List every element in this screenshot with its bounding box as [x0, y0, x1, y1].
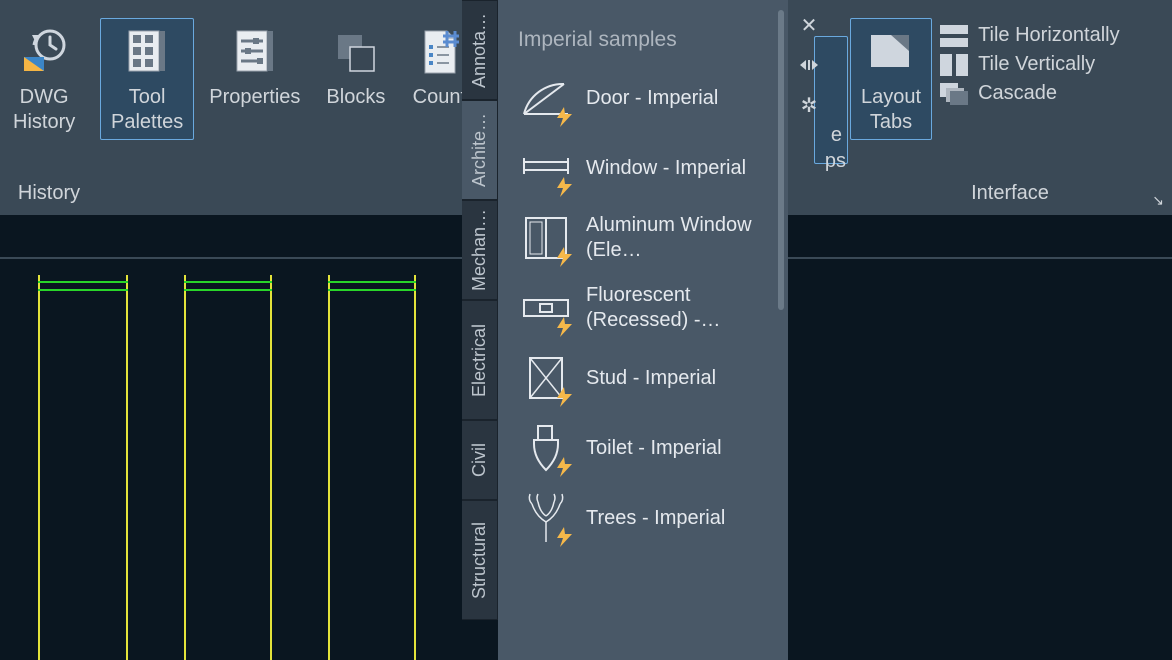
tile-horizontally-button[interactable]: Tile Horizontally — [940, 24, 1120, 47]
palette-scrollbar[interactable] — [778, 10, 784, 310]
dynamic-bolt-icon — [554, 316, 576, 338]
cascade-icon — [940, 83, 968, 105]
fluorescent-icon — [518, 280, 574, 336]
palette-controls: ✕ ✲ — [798, 14, 820, 116]
palette-item-aluminum-window[interactable]: Aluminum Window (Ele… — [518, 206, 788, 270]
palette-tab-annotation[interactable]: Annota… — [462, 0, 498, 100]
properties-label: Properties — [209, 85, 300, 110]
tile-options: Tile Horizontally Tile Vertically Cascad… — [934, 18, 1134, 105]
count-label: Count — [413, 85, 466, 110]
dynamic-bolt-icon — [554, 456, 576, 478]
palette-item-window[interactable]: Window - Imperial — [518, 136, 788, 200]
palette-tab-mechanical[interactable]: Mechan… — [462, 200, 498, 300]
tile-vertically-icon — [940, 54, 968, 76]
tool-palette: Imperial samples Door - Imperial — [498, 0, 788, 660]
drawing-line — [38, 289, 128, 291]
dwg-history-button[interactable]: DWGHistory — [2, 18, 86, 140]
window-icon — [518, 140, 574, 196]
properties-icon — [227, 23, 283, 79]
gear-icon[interactable]: ✲ — [798, 94, 820, 116]
drawing-line — [270, 275, 272, 660]
palette-item-trees[interactable]: Trees - Imperial — [518, 486, 788, 550]
panel-label-interface: Interface ↘ — [848, 176, 1172, 215]
cascade-label: Cascade — [978, 82, 1057, 105]
palette-tab-electrical[interactable]: Electrical — [462, 300, 498, 420]
close-icon[interactable]: ✕ — [798, 14, 820, 36]
tool-palettes-label: ToolPalettes — [111, 85, 183, 135]
fragment-label-e: e — [831, 124, 842, 147]
aluminum-window-icon — [518, 210, 574, 266]
dwg-history-icon — [16, 23, 72, 79]
dynamic-bolt-icon — [554, 176, 576, 198]
drawing-line — [328, 281, 416, 283]
drawing-line — [38, 275, 40, 660]
trees-icon — [518, 490, 574, 546]
palette-list: Door - Imperial Window - Imperial — [498, 66, 788, 550]
tile-horizontally-label: Tile Horizontally — [978, 24, 1120, 47]
tile-vertically-label: Tile Vertically — [978, 53, 1095, 76]
dynamic-bolt-icon — [554, 246, 576, 268]
cascade-button[interactable]: Cascade — [940, 82, 1120, 105]
stud-icon — [518, 350, 574, 406]
palette-tab-structural[interactable]: Structural — [462, 500, 498, 620]
drawing-line — [184, 281, 272, 283]
dynamic-bolt-icon — [554, 106, 576, 128]
palette-item-label: Door - Imperial — [586, 86, 718, 111]
count-icon — [411, 23, 467, 79]
drawing-line — [328, 289, 416, 291]
palette-item-label: Trees - Imperial — [586, 506, 725, 531]
blocks-label: Blocks — [326, 85, 385, 110]
palette-title: Imperial samples — [498, 0, 788, 66]
palette-item-label: Stud - Imperial — [586, 366, 716, 391]
properties-button[interactable]: Properties — [198, 18, 311, 115]
tool-palettes-button[interactable]: ToolPalettes — [100, 18, 194, 140]
palette-item-label: Fluorescent (Recessed) -… — [586, 283, 756, 333]
drawing-line — [184, 275, 186, 660]
tile-vertically-button[interactable]: Tile Vertically — [940, 53, 1120, 76]
panel-label-history: History — [0, 176, 98, 215]
drawing-line — [414, 275, 416, 660]
palette-item-toilet[interactable]: Toilet - Imperial — [518, 416, 788, 480]
collapse-icon[interactable] — [798, 54, 820, 76]
palette-tab-civil[interactable]: Civil — [462, 420, 498, 500]
toilet-icon — [518, 420, 574, 476]
panel-label-interface-text: Interface — [971, 182, 1049, 204]
drawing-line — [126, 275, 128, 660]
palette-item-label: Toilet - Imperial — [586, 436, 722, 461]
dwg-history-label: DWGHistory — [13, 85, 75, 135]
blocks-icon — [328, 23, 384, 79]
tile-horizontally-icon — [940, 25, 968, 47]
palette-item-label: Aluminum Window (Ele… — [586, 213, 756, 263]
palette-tab-architectural[interactable]: Archite… — [462, 100, 498, 200]
drawing-line — [38, 281, 128, 283]
dynamic-bolt-icon — [554, 386, 576, 408]
layout-tabs-button[interactable]: LayoutTabs — [850, 18, 932, 140]
palette-item-fluorescent[interactable]: Fluorescent (Recessed) -… — [518, 276, 788, 340]
palette-item-label: Window - Imperial — [586, 156, 746, 181]
door-icon — [518, 70, 574, 126]
drawing-line — [184, 289, 272, 291]
expand-arrow-icon[interactable]: ↘ — [1152, 192, 1164, 209]
layout-tabs-icon — [863, 23, 919, 79]
palette-item-door[interactable]: Door - Imperial — [518, 66, 788, 130]
blocks-button[interactable]: Blocks — [315, 18, 396, 115]
palette-tab-strip: Annota… Archite… Mechan… Electrical Civi… — [462, 0, 498, 620]
ribbon-right: LayoutTabs Tile Horizontally Tile Vertic… — [848, 0, 1172, 215]
drawing-line — [328, 275, 330, 660]
palette-item-stud[interactable]: Stud - Imperial — [518, 346, 788, 410]
tool-palettes-icon — [119, 23, 175, 79]
dynamic-bolt-icon — [554, 526, 576, 548]
layout-tabs-label: LayoutTabs — [861, 85, 921, 135]
fragment-label-ps: ps — [825, 150, 846, 173]
